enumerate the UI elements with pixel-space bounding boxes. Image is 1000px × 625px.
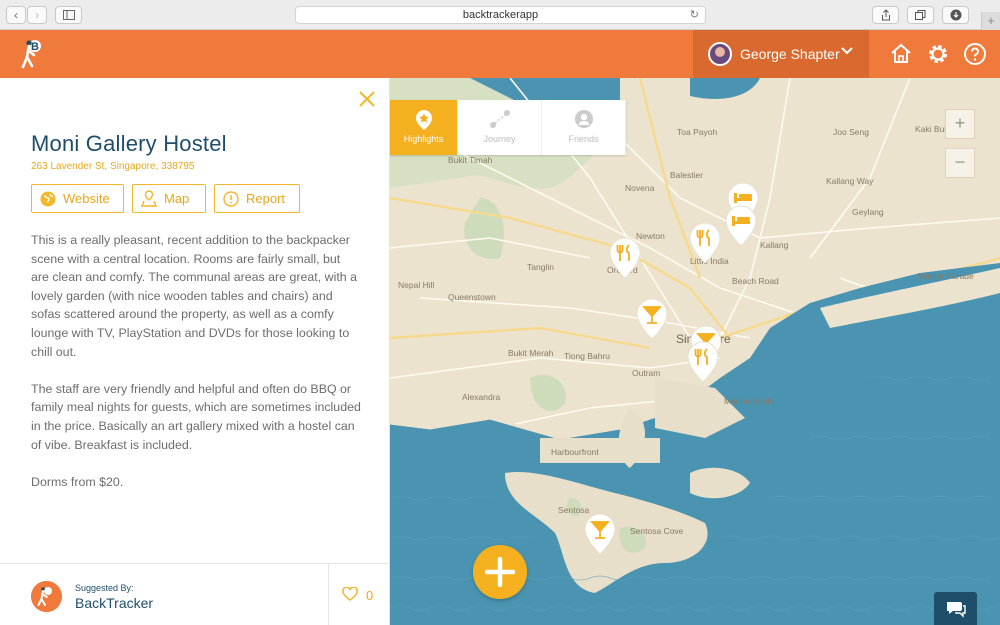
place-description: This is a really pleasant, recent additi…	[31, 231, 361, 510]
new-tab-button[interactable]: +	[981, 12, 1000, 30]
map-label: Tiong Bahru	[564, 351, 610, 361]
reload-icon[interactable]: ↻	[690, 7, 699, 23]
tab-journey[interactable]: Journey	[458, 100, 542, 155]
backtracker-logo[interactable]: B	[20, 37, 50, 71]
close-icon[interactable]	[358, 90, 376, 108]
map-label: Kallang	[760, 240, 789, 250]
map-label: Bukit Timah	[448, 155, 493, 165]
chat-button[interactable]	[934, 592, 977, 625]
user-avatar	[708, 42, 732, 66]
map-label: Kallang Way	[826, 176, 874, 186]
map-label: Toa Payoh	[677, 127, 718, 137]
suggested-by-label: Suggested By:	[75, 583, 134, 593]
download-icon	[950, 9, 961, 21]
map-label: Outram	[632, 368, 661, 378]
map-label: Marina South	[724, 396, 775, 406]
user-name: George Shapter	[740, 46, 840, 62]
zoom-out-button[interactable]: −	[945, 148, 975, 178]
map-label: Harbourfront	[551, 447, 599, 457]
add-button[interactable]	[473, 545, 527, 599]
alert-icon	[223, 190, 239, 207]
sidebar-icon	[62, 10, 75, 20]
map-button[interactable]: Map	[132, 184, 206, 213]
place-address: 263 Lavender St, Singapore, 338795	[31, 161, 195, 172]
globe-icon	[40, 191, 56, 206]
tab-friends-label: Friends	[568, 134, 599, 144]
map-label: Joo Seng	[833, 127, 869, 137]
chat-bubble-icon	[947, 602, 966, 618]
report-button[interactable]: Report	[214, 184, 300, 213]
map-view[interactable]: Toa Payoh Joo Seng Kaki Bukit Bukit Tima…	[390, 78, 1000, 625]
restaurant-pin-icon[interactable]	[686, 340, 720, 384]
zoom-in-button[interactable]: +	[945, 109, 975, 139]
map-label: Novena	[625, 183, 655, 193]
map-label: Nepal Hill	[398, 280, 435, 290]
suggestion-footer: Suggested By: BackTracker 0	[0, 563, 390, 625]
description-paragraph: This is a really pleasant, recent additi…	[31, 233, 357, 359]
tab-highlights[interactable]: Highlights	[390, 100, 458, 155]
website-label: Website	[63, 191, 110, 206]
url-bar[interactable]: backtrackerapp ↻	[295, 6, 706, 24]
map-label: Marine Parade	[918, 271, 974, 281]
place-title: Moni Gallery Hostel	[31, 131, 227, 156]
bar-pin-icon[interactable]	[635, 297, 669, 341]
svg-text:B: B	[31, 41, 39, 53]
suggested-by-name[interactable]: BackTracker	[75, 595, 153, 611]
bar-pin-icon[interactable]	[583, 512, 617, 556]
restaurant-pin-icon[interactable]	[688, 221, 722, 265]
home-icon[interactable]	[889, 42, 913, 66]
chevron-down-icon	[841, 47, 853, 55]
browser-toolbar: ‹ › backtrackerapp ↻ +	[0, 0, 1000, 30]
share-icon	[881, 9, 890, 21]
report-label: Report	[246, 191, 286, 206]
tabs-button[interactable]	[907, 6, 934, 24]
place-detail-panel: Moni Gallery Hostel 263 Lavender St, Sin…	[0, 78, 390, 625]
map-tabs: Highlights Journey Friends	[390, 100, 626, 155]
map-label: Beach Road	[732, 276, 779, 286]
gear-icon[interactable]	[926, 42, 950, 66]
website-button[interactable]: Website	[31, 184, 124, 213]
map-label: Bukit Merah	[508, 348, 554, 358]
downloads-button[interactable]	[942, 6, 969, 24]
map-label: Tanglin	[527, 262, 554, 272]
tabs-icon	[915, 10, 926, 20]
share-button[interactable]	[872, 6, 899, 24]
forward-button[interactable]: ›	[27, 6, 47, 24]
map-label: Map	[164, 191, 190, 206]
map-label: Sentosa Cove	[630, 526, 684, 536]
sidebar-toggle-button[interactable]	[55, 6, 82, 24]
heart-icon[interactable]	[342, 587, 358, 601]
description-paragraph: Dorms from $20.	[31, 474, 124, 489]
url-text: backtrackerapp	[462, 9, 539, 21]
like-count: 0	[366, 588, 374, 603]
hostel-pin-icon[interactable]	[724, 204, 758, 248]
app-header: B George Shapter	[0, 30, 1000, 78]
map-pin-icon	[141, 190, 157, 207]
map-label: Balestier	[670, 170, 704, 180]
person-icon	[574, 110, 593, 128]
divider	[328, 564, 329, 625]
restaurant-pin-icon[interactable]	[608, 236, 642, 280]
map-label: Queenstown	[448, 292, 496, 302]
back-button[interactable]: ‹	[6, 6, 26, 24]
map-label: Geylang	[852, 207, 884, 217]
map-label: Alexandra	[462, 392, 501, 402]
tab-highlights-label: Highlights	[403, 134, 444, 144]
user-menu[interactable]: George Shapter	[693, 30, 869, 78]
tab-journey-label: Journey	[483, 134, 516, 144]
route-icon	[489, 110, 510, 128]
star-pin-icon	[415, 110, 432, 130]
backtracker-avatar	[31, 581, 62, 612]
help-icon[interactable]	[963, 42, 987, 66]
description-paragraph: The staff are very friendly and helpful …	[31, 381, 361, 452]
tab-friends[interactable]: Friends	[542, 100, 626, 155]
